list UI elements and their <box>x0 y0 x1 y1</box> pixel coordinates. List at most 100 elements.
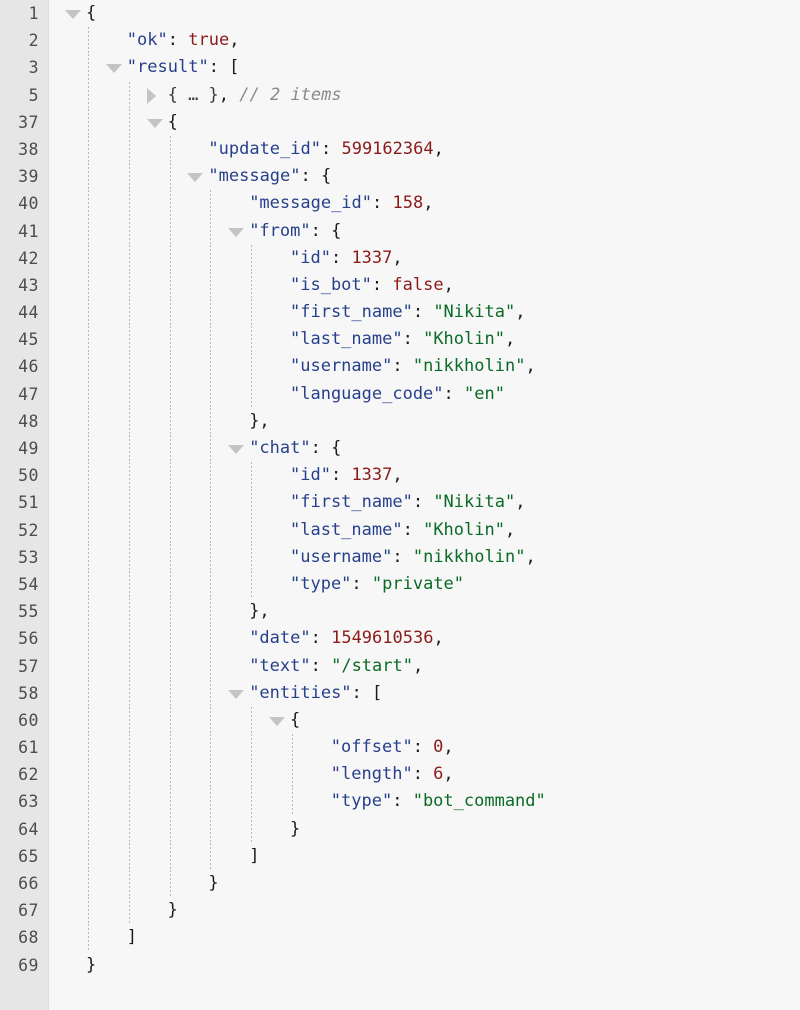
token-k: "id" <box>290 465 331 486</box>
code-line[interactable]: "date": 1549610536, <box>50 625 800 653</box>
code-line[interactable]: }, <box>50 598 800 626</box>
token-p: , <box>504 519 516 540</box>
code-line[interactable]: "id": 1337, <box>50 244 800 272</box>
line-number: 5 <box>28 85 39 105</box>
triangle-down-icon[interactable] <box>187 173 204 183</box>
line-number: 56 <box>18 629 39 649</box>
token-k: "last_name" <box>290 329 403 350</box>
token-p: , <box>443 764 454 785</box>
line-number: 46 <box>18 357 39 377</box>
token-p: : <box>392 356 413 377</box>
code-line-text: "id": 1337, <box>50 462 800 489</box>
code-line[interactable]: ] <box>50 842 800 870</box>
token-k: "type" <box>290 573 352 594</box>
triangle-right-icon[interactable] <box>146 87 156 104</box>
line-number: 44 <box>18 303 39 323</box>
token-p: , <box>504 329 516 350</box>
token-p: : <box>330 247 352 268</box>
token-p: , <box>515 492 526 513</box>
token-p: : <box>371 274 393 295</box>
code-line[interactable]: "is_bot": false, <box>50 271 800 300</box>
token-p: : <box>392 546 413 567</box>
code-line[interactable]: "first_name": "Nikita", <box>50 489 800 517</box>
token-p: , <box>229 30 240 51</box>
code-line[interactable]: "chat": { <box>50 435 800 463</box>
code-line[interactable]: "last_name": "Kholin", <box>50 516 800 544</box>
token-s: "nikkholin" <box>412 356 526 377</box>
code-line-text: } <box>50 816 800 843</box>
triangle-down-icon[interactable] <box>146 118 163 128</box>
code-line[interactable]: "update_id": 599162364, <box>50 135 800 164</box>
code-line[interactable]: }, <box>50 407 800 435</box>
token-p: : <box>392 791 413 812</box>
token-cm: // 2 items <box>239 84 342 105</box>
token-k: "is_bot" <box>290 274 372 295</box>
code-line-text: "text": "/start", <box>50 653 800 680</box>
token-k: "length" <box>330 764 413 785</box>
token-p: : [ <box>351 682 383 703</box>
code-line[interactable]: "length": 6, <box>50 761 800 789</box>
triangle-down-icon[interactable] <box>269 716 285 726</box>
triangle-down-icon[interactable] <box>105 64 122 74</box>
code-line[interactable]: "language_code": "en" <box>50 380 800 408</box>
code-line[interactable]: "ok": true, <box>50 27 800 55</box>
triangle-down-icon[interactable] <box>228 445 245 454</box>
token-n: 158 <box>392 193 424 214</box>
code-line[interactable]: { <box>50 108 800 136</box>
code-line[interactable]: { <box>50 706 800 735</box>
code-line[interactable]: "type": "private" <box>50 570 800 599</box>
token-s: "Nikita" <box>433 302 516 323</box>
code-line-text: "first_name": "Nikita", <box>50 489 800 516</box>
triangle-down-icon[interactable] <box>65 10 81 19</box>
code-line[interactable]: "last_name": "Kholin", <box>50 326 800 354</box>
code-line[interactable]: "text": "/start", <box>50 652 800 680</box>
code-line-text: ] <box>50 924 800 951</box>
token-p: : <box>443 383 465 404</box>
code-line[interactable]: "username": "nikkholin", <box>50 353 800 381</box>
triangle-down-icon[interactable] <box>228 227 245 237</box>
code-area[interactable]: {"ok": true, "result": [{ … }, // 2 items… <box>50 0 800 1010</box>
code-line[interactable]: "from": { <box>50 217 800 245</box>
code-line-text: "username": "nikkholin", <box>50 353 800 380</box>
code-line[interactable]: "username": "nikkholin", <box>50 543 800 571</box>
line-number: 47 <box>18 384 39 404</box>
token-k: "last_name" <box>290 519 403 540</box>
code-line[interactable]: "type": "bot_command" <box>50 788 800 816</box>
code-line[interactable]: "first_name": "Nikita", <box>50 299 800 327</box>
token-n: 599162364 <box>341 138 434 159</box>
code-line-text: "message": { <box>50 163 800 190</box>
code-line[interactable]: { <box>50 0 800 27</box>
code-line[interactable]: "result": [ <box>50 54 800 82</box>
line-number: 2 <box>28 31 39 51</box>
token-p: : { <box>310 438 342 458</box>
token-p: : <box>402 519 424 540</box>
code-line[interactable]: ] <box>50 924 800 952</box>
token-k: "username" <box>290 546 393 567</box>
token-p: ] <box>249 845 260 866</box>
code-line[interactable]: "offset": 0, <box>50 734 800 762</box>
token-p: , <box>392 465 403 486</box>
token-p: }, <box>249 410 270 431</box>
code-line[interactable]: "id": 1337, <box>50 462 800 490</box>
line-number: 67 <box>18 901 39 921</box>
token-p: : <box>412 764 434 785</box>
code-line[interactable]: } <box>50 815 800 843</box>
line-number: 52 <box>18 520 39 540</box>
code-line[interactable]: "entities": [ <box>50 679 800 707</box>
token-p: , <box>525 356 536 377</box>
line-number: 37 <box>18 112 39 132</box>
triangle-down-icon[interactable] <box>228 689 245 699</box>
code-line[interactable]: "message": { <box>50 163 800 191</box>
code-line[interactable]: } <box>50 952 800 979</box>
token-p: , <box>392 247 403 268</box>
token-p: : <box>351 573 372 594</box>
code-line[interactable]: } <box>50 870 800 898</box>
line-number: 55 <box>18 602 39 622</box>
code-line-text: "last_name": "Kholin", <box>50 517 800 544</box>
token-p: : <box>330 465 352 486</box>
line-number: 66 <box>18 874 39 893</box>
token-n: 6 <box>433 764 444 785</box>
code-line[interactable]: } <box>50 897 800 925</box>
code-line[interactable]: { … }, // 2 items <box>50 81 800 109</box>
code-line[interactable]: "message_id": 158, <box>50 190 800 218</box>
